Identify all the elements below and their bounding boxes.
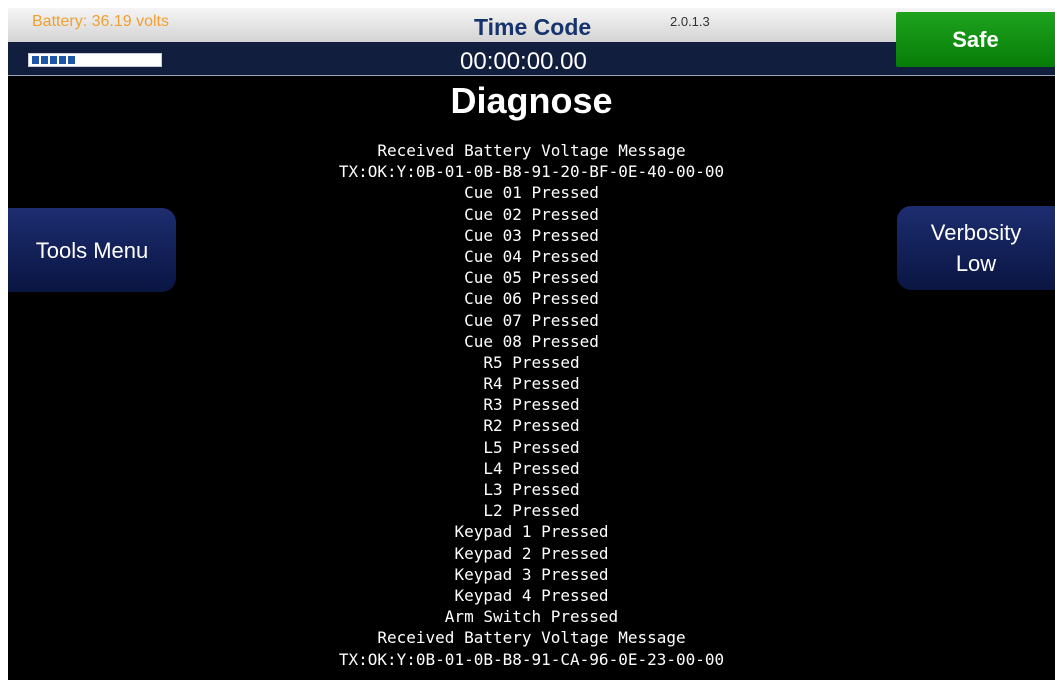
log-line: Cue 07 Pressed [464,310,599,330]
log-line: Received Battery Voltage Message [377,628,686,648]
log-line: Cue 06 Pressed [464,289,599,309]
log-line: Keypad 3 Pressed [454,564,609,584]
log-line: R5 Pressed [483,352,580,372]
safe-button[interactable]: Safe [896,12,1055,67]
log-line: L5 Pressed [483,437,580,457]
battery-segment [59,56,66,64]
battery-segment [50,56,57,64]
log-line: R2 Pressed [483,416,580,436]
battery-level-bar [28,53,162,67]
battery-voltage-label: Battery: 36.19 volts [32,13,169,30]
log-line: Cue 05 Pressed [464,268,599,288]
log-line: R4 Pressed [483,374,580,394]
diagnose-screen: Battery: 36.19 volts Time Code 2.0.1.3 0… [8,8,1055,680]
log-line: Arm Switch Pressed [444,607,619,627]
battery-segment [68,56,75,64]
log-line: TX:OK:Y:0B-01-0B-B8-91-CA-96-0E-23-00-00 [338,649,725,669]
log-line: Cue 03 Pressed [464,225,599,245]
log-line: Keypad 4 Pressed [454,585,609,605]
log-line: R3 Pressed [483,395,580,415]
timecode-label: Time Code [474,14,592,40]
battery-segment [41,56,48,64]
log-line: L4 Pressed [483,458,580,478]
battery-level-fill [32,56,75,64]
log-line: Received Battery Voltage Message [377,141,686,160]
log-line: TX:OK:Y:0B-01-0B-B8-91-20-BF-0E-40-00-00 [338,162,725,182]
timecode-value: 00:00:00.00 [460,48,587,75]
log-line: Keypad 1 Pressed [454,522,609,542]
log-line: Cue 02 Pressed [464,204,599,224]
log-line: Cue 01 Pressed [464,183,599,203]
log-line: Cue 08 Pressed [464,331,599,351]
log-line: L3 Pressed [483,480,580,499]
version-label: 2.0.1.3 [670,14,710,29]
diagnostic-log: Received Battery Voltage Message TX:OK:Y:… [8,140,1055,670]
log-line: L2 Pressed [483,501,580,521]
log-line: Cue 04 Pressed [464,246,599,266]
page-title: Diagnose [450,80,613,121]
battery-segment [32,56,39,64]
log-line: Keypad 2 Pressed [454,543,609,563]
